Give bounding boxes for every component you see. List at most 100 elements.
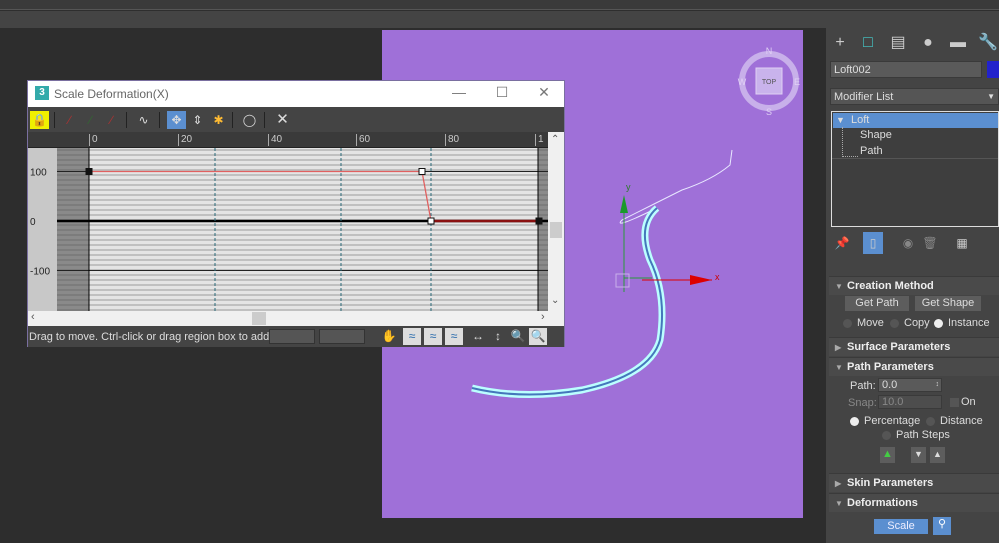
zoom-horizontally-icon[interactable]: ↔ <box>469 328 487 345</box>
make-symmetrical-icon[interactable]: 🔒 <box>30 111 49 129</box>
stack-item-shape[interactable]: Shape <box>860 129 892 141</box>
path-label: Path: <box>850 380 876 392</box>
ruler-tick: 80 <box>445 134 459 146</box>
move-radio[interactable] <box>843 319 852 328</box>
swap-curves-icon[interactable]: ∿ <box>134 111 153 129</box>
vertical-scrollbar[interactable]: ⌃ ⌄ <box>548 132 564 311</box>
rollout-title: Skin Parameters <box>847 477 934 489</box>
modify-tab-icon[interactable]: □ <box>856 32 880 54</box>
object-name-field[interactable]: Loft002 <box>830 61 982 78</box>
display-y-axis-icon[interactable]: ∕ <box>81 111 100 129</box>
display-xy-axes-icon[interactable]: ∕ <box>102 111 121 129</box>
rollout-deformations[interactable]: ▼ Deformations <box>829 493 999 512</box>
status-message: Drag to move. Ctrl-click or drag region … <box>29 331 282 343</box>
graph-area <box>89 148 538 311</box>
command-panel: + □ ▤ ● ▬ 🔧 Loft002 Modifier List ▼ ▼ Lof… <box>826 28 999 543</box>
modifier-list-dropdown[interactable]: Modifier List ▼ <box>830 88 999 105</box>
dialog-status-bar: Drag to move. Ctrl-click or drag region … <box>28 326 564 347</box>
insert-corner-point-icon[interactable]: ✱ <box>209 111 228 129</box>
utilities-tab-icon[interactable]: 🔧 <box>976 32 999 54</box>
scale-deformation-button[interactable]: Scale <box>874 519 928 534</box>
rollout-title: Deformations <box>847 497 918 509</box>
snap-spinner[interactable]: 10.0 <box>878 395 942 409</box>
transform-gizmo[interactable]: y x <box>615 182 720 292</box>
ruler-tick: 20 <box>178 134 192 146</box>
scale-control-point-icon[interactable]: ⇕ <box>188 111 207 129</box>
motion-tab-icon[interactable]: ● <box>916 32 940 54</box>
point-x-field[interactable] <box>269 329 315 344</box>
snap-value: 10.0 <box>882 396 904 408</box>
get-shape-button[interactable]: Get Shape <box>915 296 981 311</box>
minimize-button[interactable]: — <box>448 84 470 104</box>
create-tab-icon[interactable]: + <box>828 32 852 54</box>
control-point[interactable] <box>427 217 435 225</box>
stack-item-loft[interactable]: ▼ Loft <box>833 113 998 128</box>
remove-modifier-icon[interactable]: 🗑 <box>918 232 942 254</box>
instance-radio[interactable] <box>934 319 943 328</box>
dialog-title-bar[interactable]: 3 Scale Deformation(X) — ☐ ✕ <box>28 81 564 107</box>
move-label: Move <box>857 317 884 329</box>
compass-n: N <box>766 46 773 56</box>
y-axis-label: 100 <box>30 168 47 179</box>
ruler-tick: 60 <box>356 134 370 146</box>
zoom-horizontal-extents-icon[interactable]: ≈ <box>424 328 442 345</box>
horizontal-scrollbar[interactable]: ‹ › <box>28 311 564 326</box>
viewcube[interactable]: TOP N S W E <box>738 46 800 117</box>
show-end-result-icon[interactable]: ▯ <box>863 232 883 254</box>
display-x-axis-icon[interactable]: ∕ <box>60 111 79 129</box>
snap-on-label: On <box>961 396 976 408</box>
zoom-vertically-icon[interactable]: ↕ <box>489 328 507 345</box>
move-control-point-icon[interactable]: ✥ <box>167 111 186 129</box>
control-point[interactable] <box>418 168 426 175</box>
previous-shape-icon[interactable]: ▼ <box>911 447 926 463</box>
app-icon: 3 <box>35 86 49 100</box>
compass-s: S <box>766 107 772 117</box>
make-unique-icon[interactable]: ◉ <box>896 232 920 254</box>
copy-radio[interactable] <box>890 319 899 328</box>
rollout-title: Surface Parameters <box>847 341 951 353</box>
compass-e: E <box>794 77 800 87</box>
object-color-swatch[interactable] <box>987 61 999 78</box>
loft-path-spline[interactable] <box>619 149 733 224</box>
control-point[interactable] <box>535 217 543 225</box>
rollout-surface-parameters[interactable]: ▶ Surface Parameters <box>829 337 999 356</box>
snap-on-checkbox[interactable] <box>950 398 959 407</box>
reset-curve-icon[interactable]: ✕ <box>273 111 292 129</box>
hierarchy-tab-icon[interactable]: ▤ <box>886 32 910 54</box>
display-tab-icon[interactable]: ▬ <box>946 32 970 54</box>
path-steps-radio[interactable] <box>882 431 891 440</box>
compass-w: W <box>738 77 747 87</box>
get-path-button[interactable]: Get Path <box>845 296 909 311</box>
next-shape-icon[interactable]: ▲ <box>930 447 945 463</box>
stack-item-path[interactable]: Path <box>860 145 883 157</box>
zoom-region-icon[interactable]: 🔍 <box>529 328 547 345</box>
path-spinner[interactable]: 0.0 ↕ <box>878 378 942 392</box>
pick-shape-icon[interactable]: ▲ <box>880 447 895 463</box>
delete-control-point-icon[interactable]: ◯ <box>240 111 259 129</box>
control-point[interactable] <box>85 168 93 175</box>
path-steps-label: Path Steps <box>896 429 950 441</box>
point-y-field[interactable] <box>319 329 365 344</box>
deformation-graph[interactable]: 100 0 -100 <box>28 148 548 311</box>
top-toolbar-strip <box>0 11 999 28</box>
close-button[interactable]: ✕ <box>533 84 555 104</box>
ruler-tick: 1 <box>535 134 544 146</box>
pan-icon[interactable]: ✋ <box>380 328 398 345</box>
zoom-vertical-extents-icon[interactable]: ≈ <box>445 328 463 345</box>
zoom-extents-icon[interactable]: ≈ <box>403 328 421 345</box>
scale-toggle-lightbulb-icon[interactable]: ⚲ <box>933 517 951 535</box>
instance-label: Instance <box>948 317 990 329</box>
distance-radio[interactable] <box>926 417 935 426</box>
percentage-radio[interactable] <box>850 417 859 426</box>
rollout-skin-parameters[interactable]: ▶ Skin Parameters <box>829 473 999 492</box>
modifier-list-label: Modifier List <box>834 91 894 103</box>
zoom-icon[interactable]: 🔍 <box>509 328 527 345</box>
distance-label: Distance <box>940 415 983 427</box>
rollout-creation-method[interactable]: ▼ Creation Method <box>829 276 999 295</box>
path-value: 0.0 <box>882 379 898 391</box>
configure-modifier-sets-icon[interactable]: ▦ <box>950 232 974 254</box>
rollout-path-parameters[interactable]: ▼ Path Parameters <box>829 357 999 376</box>
stack-label: Loft <box>851 114 870 126</box>
maximize-button[interactable]: ☐ <box>491 84 513 104</box>
pin-stack-icon[interactable]: 📌 <box>830 232 854 254</box>
